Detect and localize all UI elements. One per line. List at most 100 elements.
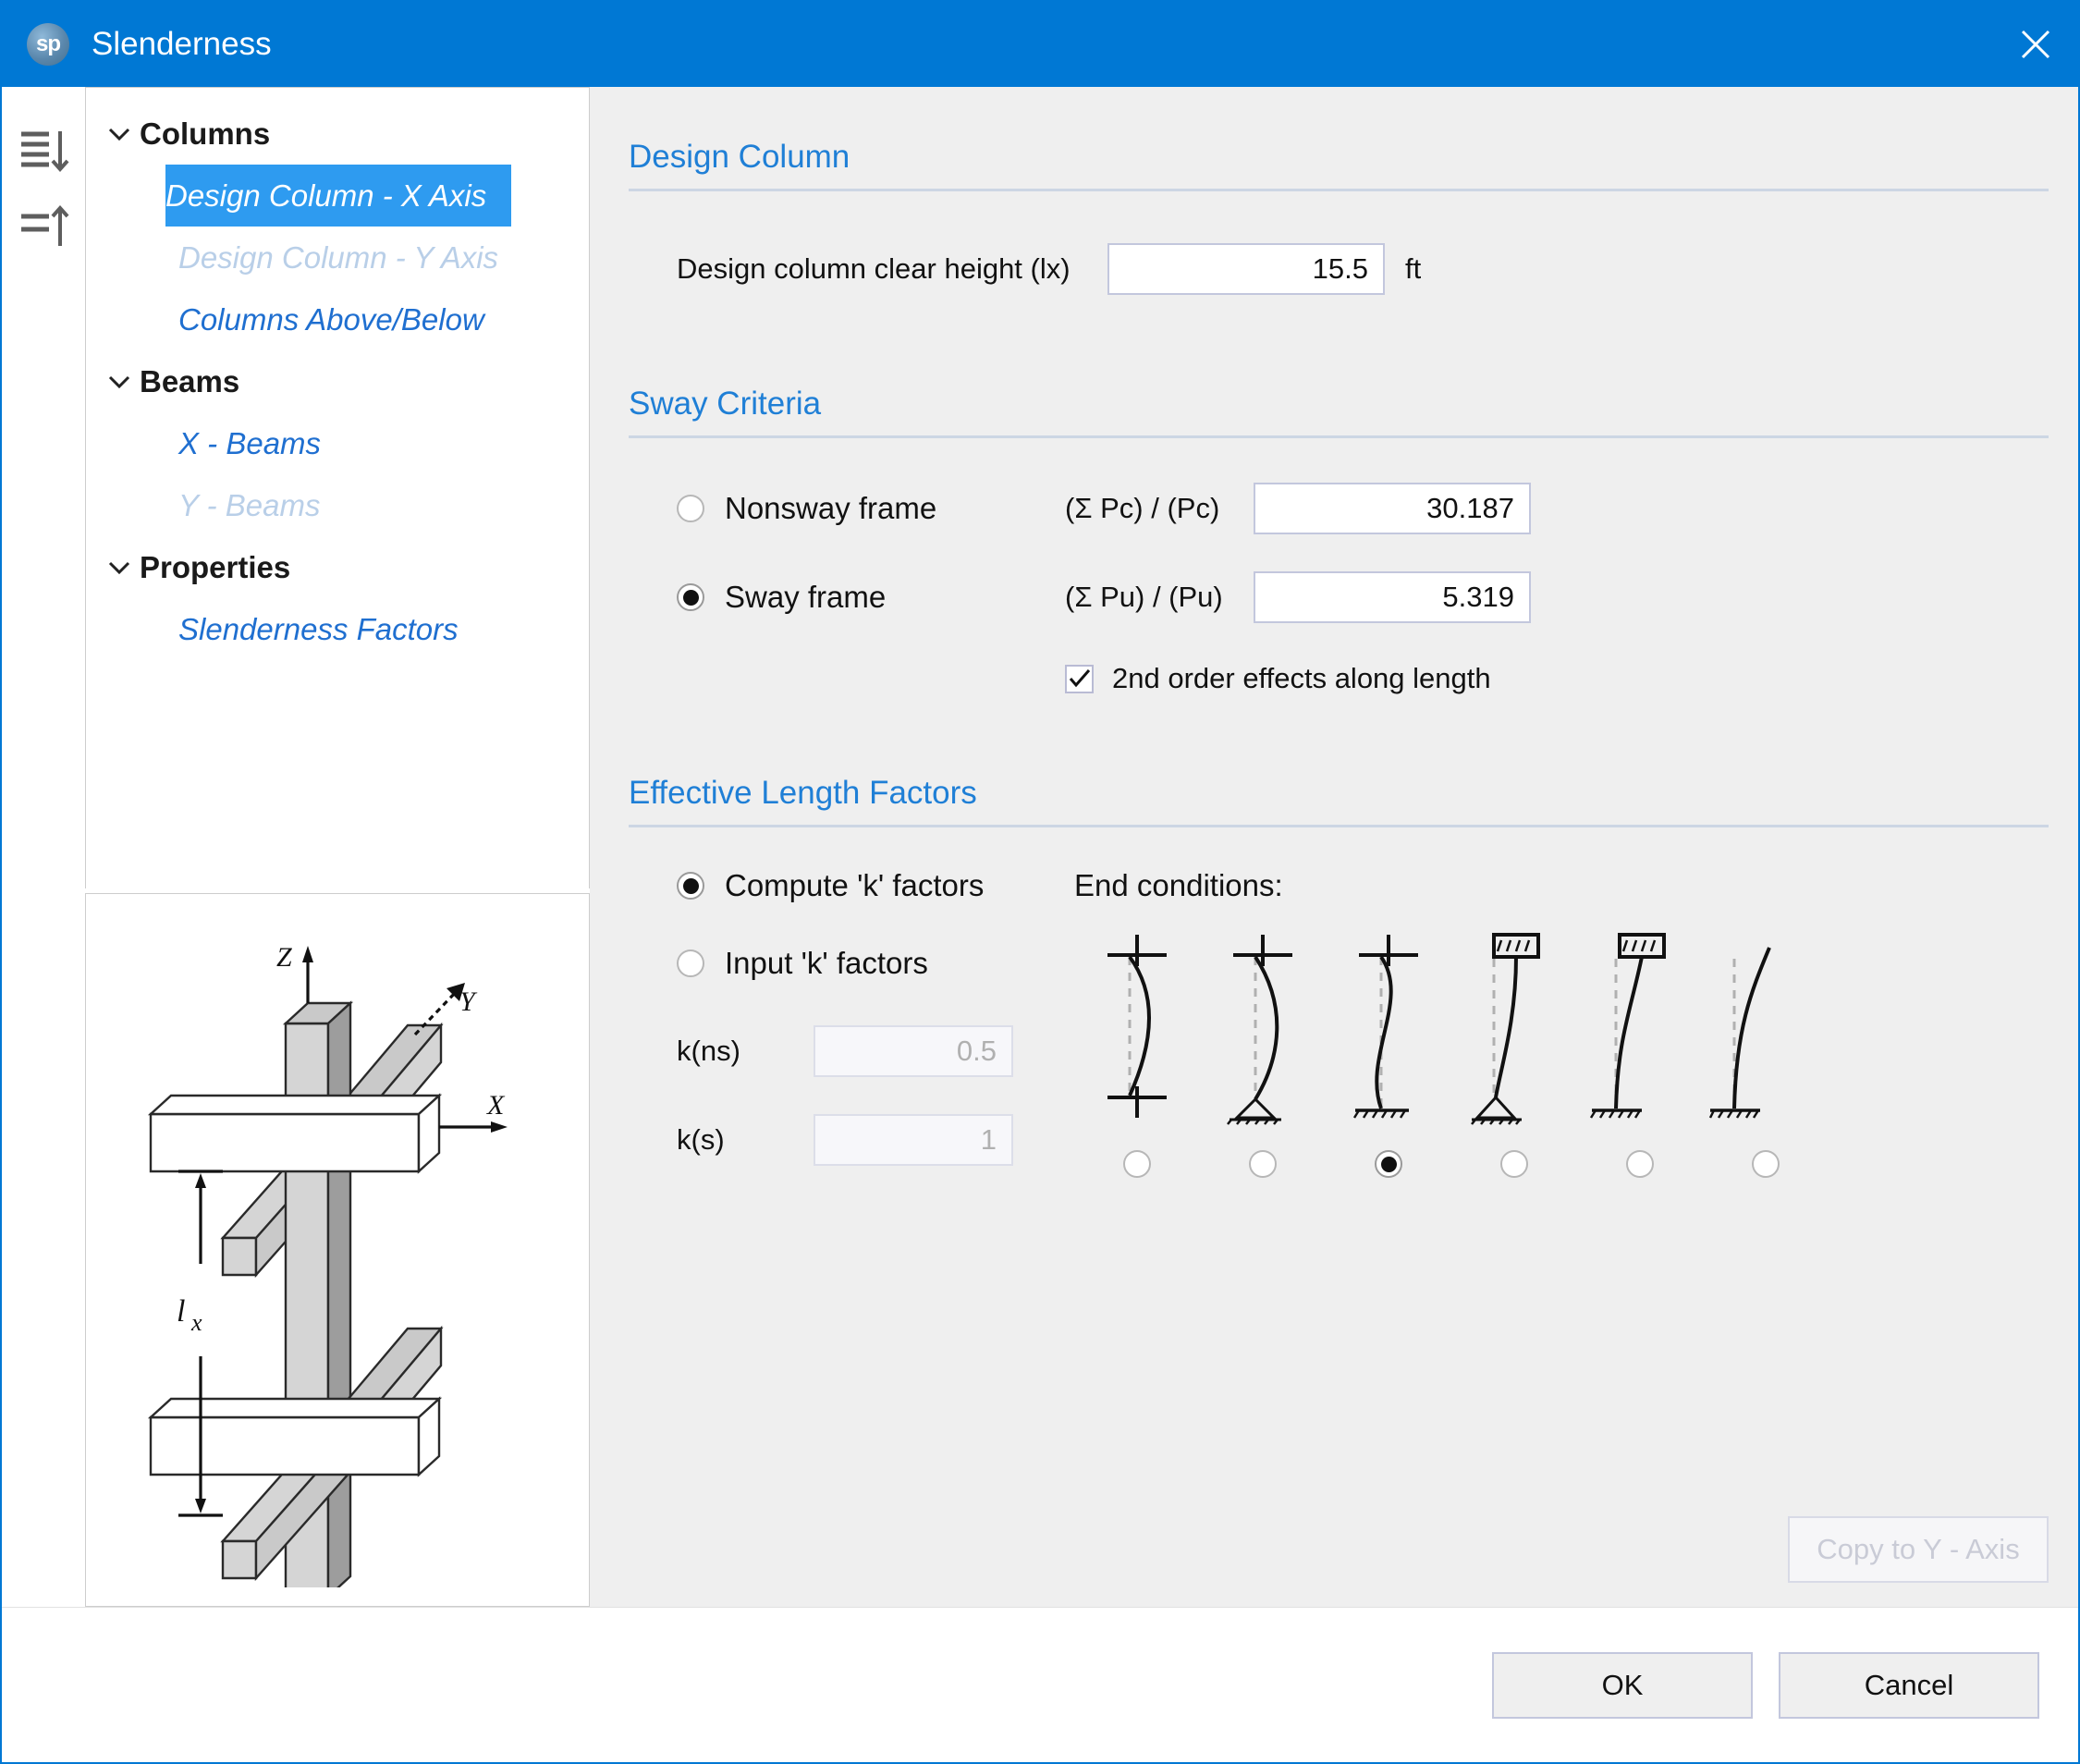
sidebar-item-slenderness-factors[interactable]: Slenderness Factors (86, 598, 589, 660)
tree-group-properties[interactable]: Properties (86, 536, 589, 598)
svg-text:Z: Z (276, 942, 292, 973)
close-icon[interactable] (1993, 2, 2078, 87)
tree-group-label: Beams (140, 363, 240, 398)
column-preview-diagram: .bm { fill:#ffffff; stroke:#2a2a2a; stro… (85, 893, 590, 1607)
section-title-design-column: Design Column (629, 139, 850, 175)
slenderness-dialog: sp Slenderness Columns Design Column - X… (0, 0, 2080, 1764)
chevron-down-icon (99, 374, 140, 389)
kns-input[interactable]: 0.5 (814, 1025, 1013, 1077)
compute-k-radio[interactable] (677, 872, 704, 900)
cancel-button[interactable]: Cancel (1779, 1651, 2039, 1719)
expand-all-icon[interactable] (2, 115, 85, 189)
end-condition-radio-6-wrap (1703, 1150, 1829, 1178)
end-condition-radios (1074, 1150, 2049, 1178)
navigation-tree: Columns Design Column - X Axis Design Co… (85, 87, 590, 888)
end-condition-fixed-fixed[interactable] (1074, 927, 1200, 1130)
nonsway-row: Nonsway frame (Σ Pc) / (Pc) 30.187 (629, 483, 2049, 534)
chevron-down-icon (99, 560, 140, 575)
left-column: Columns Design Column - X Axis Design Co… (85, 87, 590, 1607)
pu-ratio-input[interactable]: 5.319 (1254, 571, 1531, 623)
end-condition-radio-4-wrap (1451, 1150, 1577, 1178)
end-condition-radio-1[interactable] (1123, 1150, 1151, 1178)
clear-height-unit: ft (1405, 252, 1422, 285)
end-condition-radio-4[interactable] (1500, 1150, 1528, 1178)
nonsway-frame-option[interactable]: Nonsway frame (677, 491, 1065, 526)
svg-text:l: l (177, 1294, 185, 1329)
compute-k-label: Compute 'k' factors (725, 868, 985, 902)
copy-to-y-axis-button[interactable]: Copy to Y - Axis (1788, 1516, 2049, 1583)
section-design-column: Design Column (629, 139, 2049, 191)
app-logo-icon: sp (27, 23, 69, 66)
sidebar-item-design-column-y-axis[interactable]: Design Column - Y Axis (86, 227, 589, 288)
collapse-all-icon[interactable] (2, 189, 85, 263)
chevron-down-icon (99, 127, 140, 141)
effective-length-body: Compute 'k' factors Input 'k' factors k(… (629, 868, 2049, 1178)
end-condition-radio-1-wrap (1074, 1150, 1200, 1178)
sidebar-item-x-beams[interactable]: X - Beams (86, 412, 589, 474)
kns-row: k(ns) 0.5 (677, 1025, 1065, 1077)
section-effective-length: Effective Length Factors (629, 775, 2049, 827)
sway-row: Sway frame (Σ Pu) / (Pu) 5.319 (629, 571, 2049, 623)
copy-button-wrap: Copy to Y - Axis (1788, 1516, 2049, 1583)
dialog-footer: OK Cancel (2, 1607, 2078, 1762)
clear-height-row: Design column clear height (lx) 15.5 ft (629, 243, 2049, 295)
end-conditions-label: End conditions: (1074, 868, 1283, 902)
input-k-label: Input 'k' factors (725, 946, 928, 980)
dialog-body: Columns Design Column - X Axis Design Co… (2, 87, 2078, 1607)
nonsway-radio[interactable] (677, 495, 704, 522)
end-condition-fixed-base[interactable] (1326, 927, 1451, 1130)
end-condition-radio-3[interactable] (1375, 1150, 1402, 1178)
end-condition-radio-6[interactable] (1752, 1150, 1780, 1178)
check-icon (1069, 669, 1090, 688)
tree-group-label: Properties (140, 549, 291, 584)
end-condition-slider-fixed[interactable] (1577, 927, 1703, 1130)
svg-text:X: X (486, 1090, 506, 1121)
sidebar-item-y-beams[interactable]: Y - Beams (86, 474, 589, 536)
tree-group-label: Columns (140, 116, 271, 151)
tree-group-beams[interactable]: Beams (86, 350, 589, 412)
nonsway-label: Nonsway frame (725, 491, 937, 525)
end-condition-slider-pinned[interactable] (1451, 927, 1577, 1130)
sidebar-item-design-column-x-axis[interactable]: Design Column - X Axis (165, 165, 511, 227)
tree-item-label: Design Column - X Axis (165, 178, 487, 213)
section-title-sway-criteria: Sway Criteria (629, 386, 822, 422)
section-title-effective-length: Effective Length Factors (629, 775, 977, 811)
section-divider (629, 435, 2049, 438)
ok-button[interactable]: OK (1492, 1651, 1753, 1719)
sway-label: Sway frame (725, 580, 887, 614)
tree-group-columns[interactable]: Columns (86, 103, 589, 165)
compute-k-option[interactable]: Compute 'k' factors (677, 868, 1065, 903)
end-conditions-group: End conditions: (1065, 868, 2049, 1178)
tree-toolbar (2, 87, 85, 1607)
pc-ratio-label: (Σ Pc) / (Pc) (1065, 492, 1220, 524)
ks-input[interactable]: 1 (814, 1114, 1013, 1166)
second-order-label: 2nd order effects along length (1112, 662, 1491, 694)
input-k-option[interactable]: Input 'k' factors (677, 946, 1065, 981)
checkbox-box[interactable] (1065, 664, 1094, 693)
section-divider (629, 189, 2049, 191)
second-order-effects-checkbox[interactable]: 2nd order effects along length (1065, 662, 1491, 695)
tree-item-label: Columns Above/Below (178, 301, 484, 337)
end-condition-radio-2-wrap (1200, 1150, 1326, 1178)
section-sway-criteria: Sway Criteria (629, 386, 2049, 438)
sidebar-item-columns-above-below[interactable]: Columns Above/Below (86, 288, 589, 350)
title-bar: sp Slenderness (2, 2, 2078, 87)
second-order-row: 2nd order effects along length (629, 662, 2049, 695)
svg-text:Y: Y (459, 986, 478, 1017)
sway-radio[interactable] (677, 583, 704, 611)
kns-label: k(ns) (677, 1035, 740, 1067)
tree-item-label: X - Beams (178, 425, 322, 460)
pc-ratio-input[interactable]: 30.187 (1254, 483, 1531, 534)
clear-height-input[interactable]: 15.5 (1107, 243, 1385, 295)
end-condition-radio-2[interactable] (1249, 1150, 1277, 1178)
end-condition-radio-5-wrap (1577, 1150, 1703, 1178)
end-condition-fixed-pinned[interactable] (1200, 927, 1326, 1130)
ks-label: k(s) (677, 1123, 725, 1156)
sway-frame-option[interactable]: Sway frame (677, 580, 1065, 615)
input-k-radio[interactable] (677, 949, 704, 977)
tree-item-label: Slenderness Factors (178, 611, 459, 646)
clear-height-label: Design column clear height (lx) (677, 252, 1071, 285)
end-condition-free-fixed[interactable] (1703, 927, 1829, 1130)
ks-row: k(s) 1 (677, 1114, 1065, 1166)
end-condition-radio-5[interactable] (1626, 1150, 1654, 1178)
